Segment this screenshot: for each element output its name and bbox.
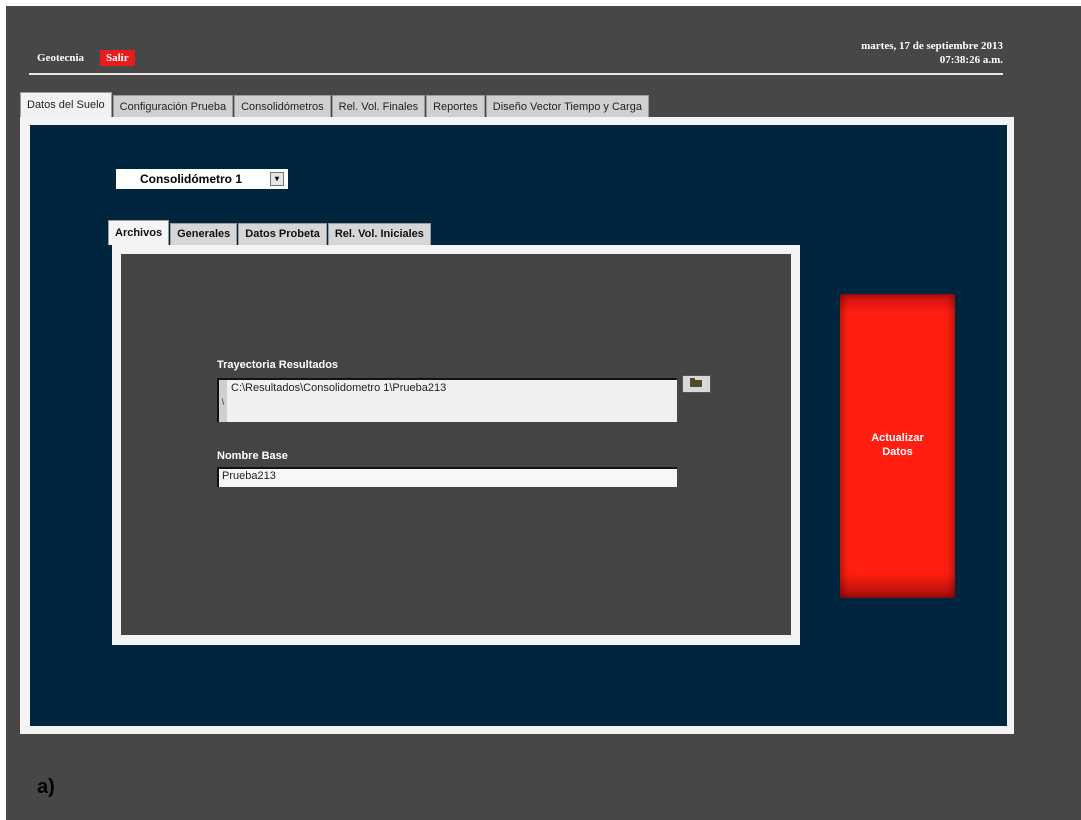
update-label-line2: Datos [882,446,913,458]
main-tab-bar: Datos del Suelo Configuración Prueba Con… [20,92,650,118]
results-path-label: Trayectoria Resultados [217,359,339,371]
tab-datos-probeta[interactable]: Datos Probeta [238,223,327,245]
date-text: martes, 17 de septiembre 2013 [861,40,1003,52]
app-title: Geotecnia [37,52,85,64]
consolidometer-select[interactable]: Consolidómetro 1 ▾ [116,169,288,189]
update-data-label: Actualizar Datos [840,431,955,459]
tab-generales[interactable]: Generales [170,223,238,245]
tab-rel-vol-iniciales[interactable]: Rel. Vol. Iniciales [327,223,431,245]
base-name-field[interactable]: Prueba213 [217,467,677,487]
files-panel-body [121,254,791,635]
time-text: 07:38:26 a.m. [939,54,1003,66]
exit-button[interactable]: Salir [100,50,135,66]
tab-datos-del-suelo[interactable]: Datos del Suelo [20,92,112,118]
path-indicator: \ [219,380,227,422]
base-name-label: Nombre Base [217,450,288,462]
header-divider [29,73,1003,75]
chevron-down-icon[interactable]: ▾ [270,172,284,186]
browse-folder-button[interactable] [682,375,711,393]
folder-icon [690,378,702,387]
consolidometer-select-value: Consolidómetro 1 [139,172,242,186]
files-tab-panel [112,245,800,645]
results-path-value: C:\Resultados\Consolidometro 1\Prueba213 [231,382,447,394]
tab-reportes[interactable]: Reportes [426,95,485,118]
tab-rel-vol-finales[interactable]: Rel. Vol. Finales [331,95,426,118]
update-label-line1: Actualizar [871,432,924,444]
datetime-display: martes, 17 de septiembre 2013 07:38:26 a… [861,39,1003,67]
figure-label: a) [37,776,55,798]
results-path-field[interactable]: \ C:\Resultados\Consolidometro 1\Prueba2… [217,378,677,422]
tab-configuracion-prueba[interactable]: Configuración Prueba [112,95,234,118]
tab-archivos[interactable]: Archivos [108,220,170,245]
sub-tab-bar: Archivos Generales Datos Probeta Rel. Vo… [108,220,432,245]
update-data-button[interactable]: Actualizar Datos [840,294,955,598]
tab-consolidometros[interactable]: Consolidómetros [234,95,331,118]
tab-diseno-vector-tiempo-carga[interactable]: Diseño Vector Tiempo y Carga [485,95,649,118]
